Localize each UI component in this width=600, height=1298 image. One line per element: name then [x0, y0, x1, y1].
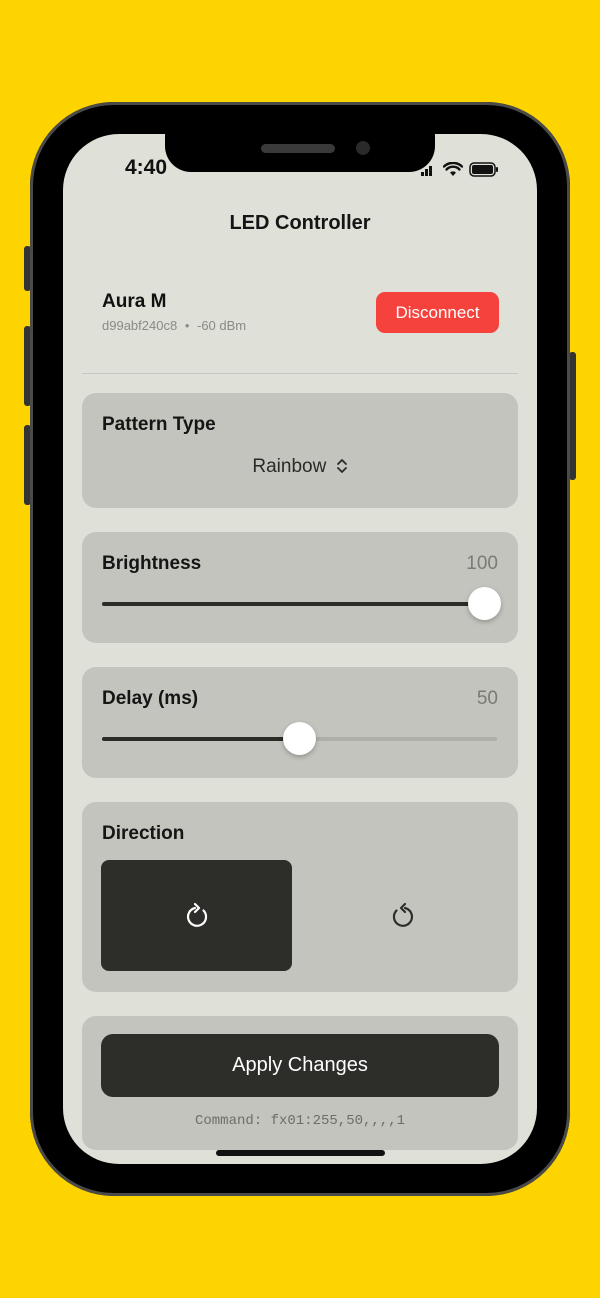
counterclockwise-icon — [392, 902, 413, 927]
device-id: d99abf240c8 — [102, 318, 178, 333]
apply-card: Apply Changes Command: fx01:255,50,,,,1 — [82, 1016, 518, 1150]
signal-strength: -60 dBm — [197, 318, 247, 333]
delay-label: Delay (ms) — [102, 688, 199, 709]
brightness-slider-fill — [102, 602, 497, 606]
pattern-selected: Rainbow — [252, 456, 327, 477]
brightness-card: Brightness 100 — [82, 532, 518, 643]
direction-clockwise-button[interactable] — [101, 860, 292, 971]
command-preview: Command: fx01:255,50,,,,1 — [194, 1113, 406, 1129]
delay-value: 50 — [476, 688, 498, 709]
chevron-up-down-icon — [336, 459, 347, 473]
disconnect-button[interactable]: Disconnect — [376, 292, 499, 333]
device-details: d99abf240c8 • -60 dBm — [102, 318, 246, 333]
status-time: 4:40 — [125, 156, 168, 179]
brightness-slider-thumb[interactable] — [468, 587, 501, 620]
delay-slider-thumb[interactable] — [283, 722, 316, 755]
home-indicator — [216, 1150, 385, 1156]
direction-label: Direction — [102, 823, 185, 844]
brightness-slider[interactable] — [102, 602, 497, 606]
page-title: LED Controller — [229, 212, 371, 234]
cellular-signal-icon — [421, 165, 432, 176]
divider — [82, 373, 518, 374]
notch — [165, 134, 435, 172]
speaker — [261, 144, 335, 153]
wifi-icon — [443, 162, 463, 176]
pattern-card: Pattern Type Rainbow — [82, 393, 518, 508]
apply-changes-button[interactable]: Apply Changes — [101, 1034, 499, 1097]
front-camera — [356, 141, 370, 155]
power-button — [569, 352, 576, 480]
delay-card: Delay (ms) 50 — [82, 667, 518, 778]
status-icons — [421, 162, 499, 177]
battery-icon — [469, 162, 498, 177]
app-screen: 4:40 LED Controller Aura M d99abf240c8 •… — [63, 134, 537, 1164]
separator-dot: • — [184, 318, 190, 333]
delay-slider-fill — [102, 737, 300, 741]
brightness-value: 100 — [466, 553, 498, 574]
clockwise-icon — [186, 902, 207, 927]
device-name: Aura M — [102, 291, 167, 312]
pattern-picker[interactable]: Rainbow — [82, 456, 518, 478]
pattern-label: Pattern Type — [102, 414, 216, 435]
direction-counterclockwise-button[interactable] — [307, 860, 498, 971]
direction-card: Direction — [82, 802, 518, 992]
brightness-label: Brightness — [102, 553, 202, 574]
